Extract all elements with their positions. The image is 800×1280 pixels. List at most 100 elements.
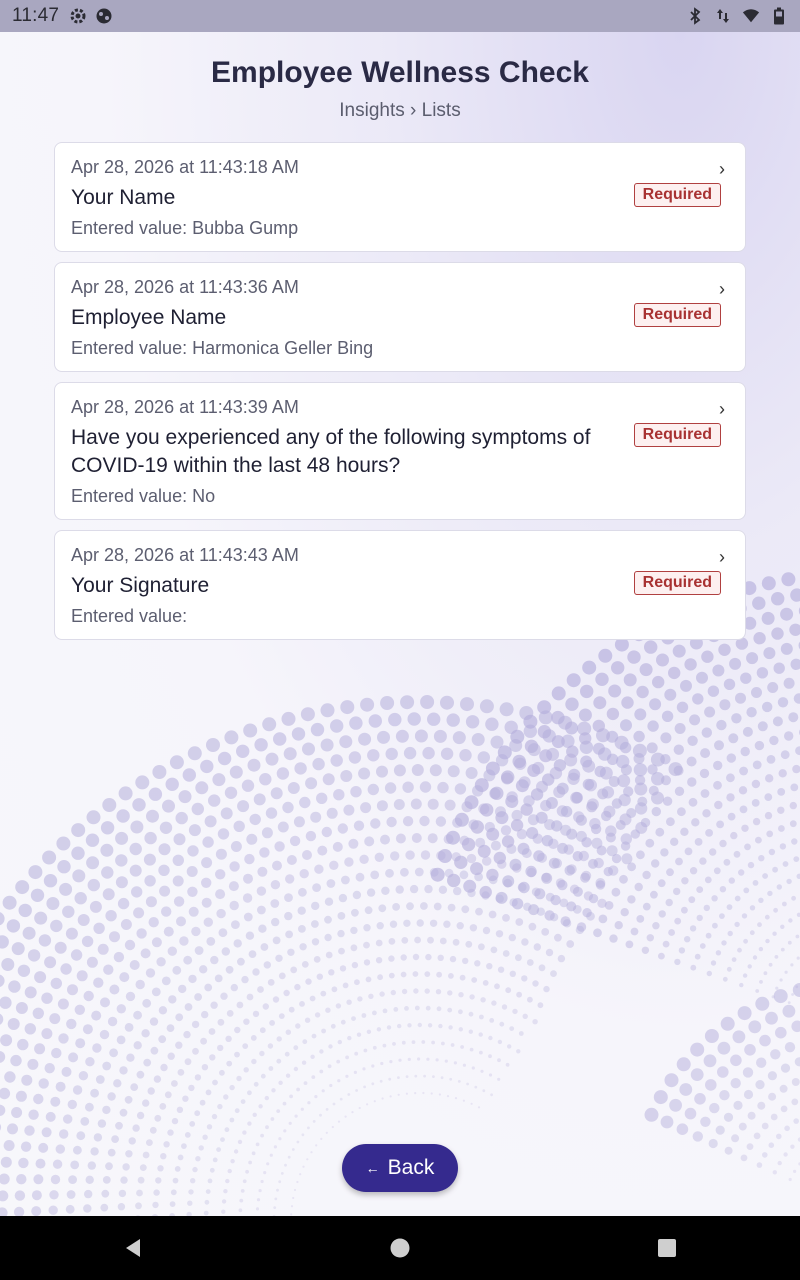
background-dot — [307, 1126, 310, 1130]
background-dot — [338, 893, 348, 903]
background-dot — [257, 866, 268, 877]
background-dot — [159, 821, 173, 834]
background-dot — [320, 990, 327, 997]
background-dot — [242, 1130, 247, 1135]
background-dot — [756, 1057, 767, 1068]
background-dot — [411, 764, 424, 776]
background-dot — [18, 1157, 29, 1169]
background-dot — [606, 730, 619, 743]
background-dot — [707, 685, 720, 697]
background-dot — [647, 764, 658, 775]
background-dot — [82, 1024, 93, 1035]
background-dot — [703, 904, 710, 912]
background-dot — [784, 1042, 796, 1053]
background-dot — [351, 961, 359, 969]
background-dot — [427, 833, 438, 844]
background-dot — [782, 1004, 796, 1018]
background-dot — [274, 841, 285, 852]
background-dot — [188, 1084, 195, 1092]
background-dot — [341, 875, 350, 885]
background-dot — [346, 999, 352, 1005]
background-dot — [719, 886, 727, 893]
background-dot — [124, 1095, 133, 1104]
background-dot — [795, 746, 800, 756]
background-dot — [780, 1105, 788, 1113]
background-dot — [521, 975, 528, 982]
entry-card[interactable]: Apr 28, 2026 at 11:43:43 AM Your Signatu… — [54, 530, 746, 640]
background-dot — [305, 777, 318, 790]
required-badge: Required — [633, 571, 721, 595]
recents-square-icon[interactable] — [647, 1228, 687, 1268]
background-dot — [299, 796, 311, 809]
background-dot — [768, 1092, 777, 1101]
entry-card[interactable]: Apr 28, 2026 at 11:43:36 AM Employee Nam… — [54, 262, 746, 372]
background-dot — [730, 1054, 742, 1067]
background-dot — [774, 955, 779, 959]
background-dot — [249, 813, 261, 826]
background-dot — [457, 1080, 461, 1083]
background-dot — [475, 907, 483, 916]
breadcrumb-lists[interactable]: Lists — [422, 100, 461, 121]
background-dot — [312, 1120, 316, 1123]
background-dot — [336, 1059, 341, 1064]
background-dot — [727, 812, 736, 821]
battery-icon — [770, 7, 788, 25]
background-dot — [441, 1041, 445, 1046]
background-dot — [101, 866, 114, 879]
system-nav-bar — [0, 1216, 800, 1280]
breadcrumb-insights[interactable]: Insights — [339, 100, 404, 121]
background-dot — [477, 751, 490, 764]
background-dot — [407, 1057, 411, 1061]
background-dot — [206, 937, 216, 946]
background-dot — [225, 965, 234, 974]
background-dot — [363, 959, 371, 966]
background-dot — [769, 735, 779, 746]
background-dot — [211, 1113, 218, 1120]
background-dot — [325, 1131, 328, 1134]
background-dot — [755, 996, 770, 1011]
background-dot — [539, 749, 553, 763]
background-dot — [755, 1080, 765, 1090]
background-dot — [362, 1067, 366, 1071]
globe-icon — [95, 7, 113, 25]
entry-card[interactable]: Apr 28, 2026 at 11:43:39 AM Have you exp… — [54, 382, 746, 520]
background-dot — [257, 986, 264, 993]
background-dot — [327, 1064, 332, 1069]
background-dot — [191, 802, 204, 816]
entry-card[interactable]: Apr 28, 2026 at 11:43:18 AM Your Name En… — [54, 142, 746, 252]
background-dot — [285, 874, 295, 884]
background-dot — [171, 1080, 178, 1087]
background-dot — [302, 850, 312, 860]
background-dot — [372, 1045, 377, 1050]
back-triangle-icon[interactable] — [113, 1228, 153, 1268]
background-dot — [627, 895, 636, 904]
background-dot — [615, 820, 626, 830]
background-dot — [343, 804, 355, 816]
background-dot — [76, 1131, 86, 1141]
background-dot — [601, 810, 612, 822]
background-dot — [621, 696, 634, 709]
background-dot — [389, 920, 398, 928]
background-dot — [729, 657, 742, 670]
background-dot — [689, 925, 697, 932]
background-dot — [301, 1133, 305, 1137]
background-dot — [499, 702, 514, 717]
background-dot — [796, 956, 800, 960]
entry-value: Entered value: Bubba Gump — [71, 218, 299, 238]
background-dot — [497, 1077, 501, 1081]
background-dot — [568, 768, 581, 781]
background-dot — [72, 869, 86, 883]
back-button[interactable]: ← Back — [342, 1144, 458, 1192]
background-dot — [470, 1102, 473, 1105]
home-circle-icon[interactable] — [380, 1228, 420, 1268]
background-dot — [752, 880, 759, 886]
background-dot — [447, 1007, 453, 1013]
entry-timestamp: Apr 28, 2026 at 11:43:43 AM — [71, 545, 299, 565]
background-dot — [100, 843, 114, 857]
background-dot — [100, 1203, 109, 1212]
background-dot — [786, 878, 792, 885]
chevron-right-icon: › — [719, 399, 725, 419]
background-dot — [527, 764, 541, 777]
background-dot — [339, 965, 347, 972]
background-dot — [189, 1121, 196, 1127]
